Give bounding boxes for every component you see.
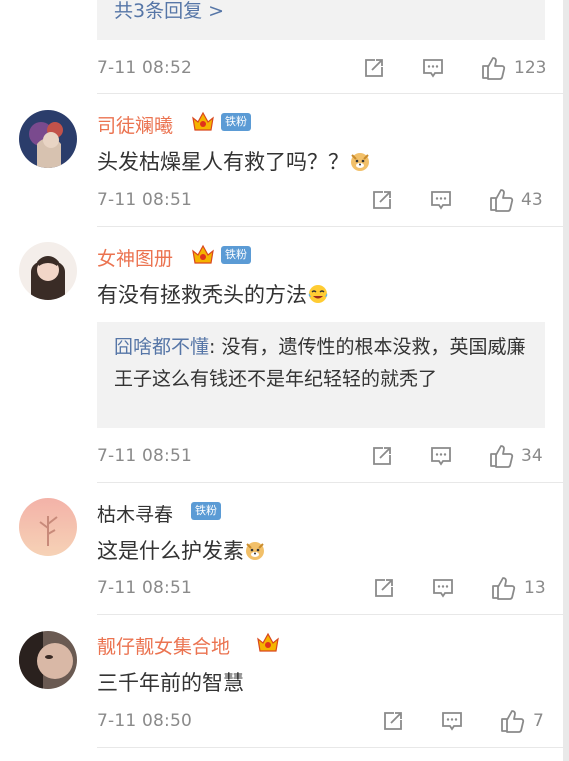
reply-username[interactable]: 囧啥都不懂	[114, 336, 209, 358]
thumbs-up-icon[interactable]	[499, 708, 525, 738]
doge-emoji-icon	[246, 542, 264, 560]
username[interactable]: 枯木寻春	[97, 500, 173, 527]
comment-time: 7-11 08:50	[97, 711, 192, 731]
avatar[interactable]	[19, 110, 77, 168]
divider	[97, 747, 569, 748]
comment-text: 头发枯燥星人有救了吗？？	[97, 146, 371, 176]
username[interactable]: 司徒斓曦	[97, 111, 173, 138]
comment-text: 有没有拯救秃头的方法	[97, 279, 329, 309]
reply-text: 囧啥都不懂: 没有，遗传性的根本没救，英国威廉王子这么有钱还不是年纪轻轻的就秃了	[114, 336, 526, 390]
share-icon[interactable]	[370, 188, 394, 216]
scrollbar-track[interactable]	[563, 0, 569, 761]
like-count: 13	[524, 578, 546, 598]
comment-time: 7-11 08:51	[97, 578, 192, 598]
fan-badge: 铁粉	[221, 113, 251, 131]
comment-icon[interactable]	[431, 576, 455, 604]
avatar[interactable]	[19, 498, 77, 556]
thumbs-up-icon[interactable]	[480, 55, 506, 85]
doge-emoji-icon	[351, 153, 369, 171]
divider	[97, 93, 569, 94]
comment-icon[interactable]	[440, 709, 464, 737]
like-count: 43	[521, 190, 543, 210]
comment-icon[interactable]	[429, 188, 453, 216]
fan-badge: 铁粉	[191, 502, 221, 520]
thumbs-up-icon[interactable]	[488, 187, 514, 217]
share-icon[interactable]	[381, 709, 405, 737]
crown-icon	[256, 631, 280, 653]
comment-time: 7-11 08:51	[97, 190, 192, 210]
like-count: 7	[533, 711, 544, 731]
comment-time: 7-11 08:52	[97, 58, 192, 78]
username[interactable]: 靓仔靓女集合地	[97, 632, 230, 659]
crown-icon	[191, 243, 215, 265]
share-icon[interactable]	[362, 56, 386, 84]
comment-icon[interactable]	[421, 56, 445, 84]
share-icon[interactable]	[372, 576, 396, 604]
comment-text: 三千年前的智慧	[97, 671, 244, 695]
like-count: 123	[514, 58, 547, 78]
comment-time: 7-11 08:51	[97, 446, 192, 466]
comment-icon[interactable]	[429, 444, 453, 472]
crown-icon	[191, 110, 215, 132]
avatar[interactable]	[19, 631, 77, 689]
more-replies-link[interactable]: 共3条回复 >	[114, 0, 224, 23]
thumbs-up-icon[interactable]	[490, 575, 516, 605]
comment-text: 这是什么护发素	[97, 535, 266, 565]
fan-badge: 铁粉	[221, 246, 251, 264]
like-count: 34	[521, 446, 543, 466]
username[interactable]: 女神图册	[97, 244, 173, 271]
avatar[interactable]	[19, 242, 77, 300]
thumbs-up-icon[interactable]	[488, 443, 514, 473]
divider	[97, 482, 569, 483]
divider	[97, 226, 569, 227]
laugh-cry-emoji-icon	[308, 285, 328, 303]
share-icon[interactable]	[370, 444, 394, 472]
divider	[97, 614, 569, 615]
